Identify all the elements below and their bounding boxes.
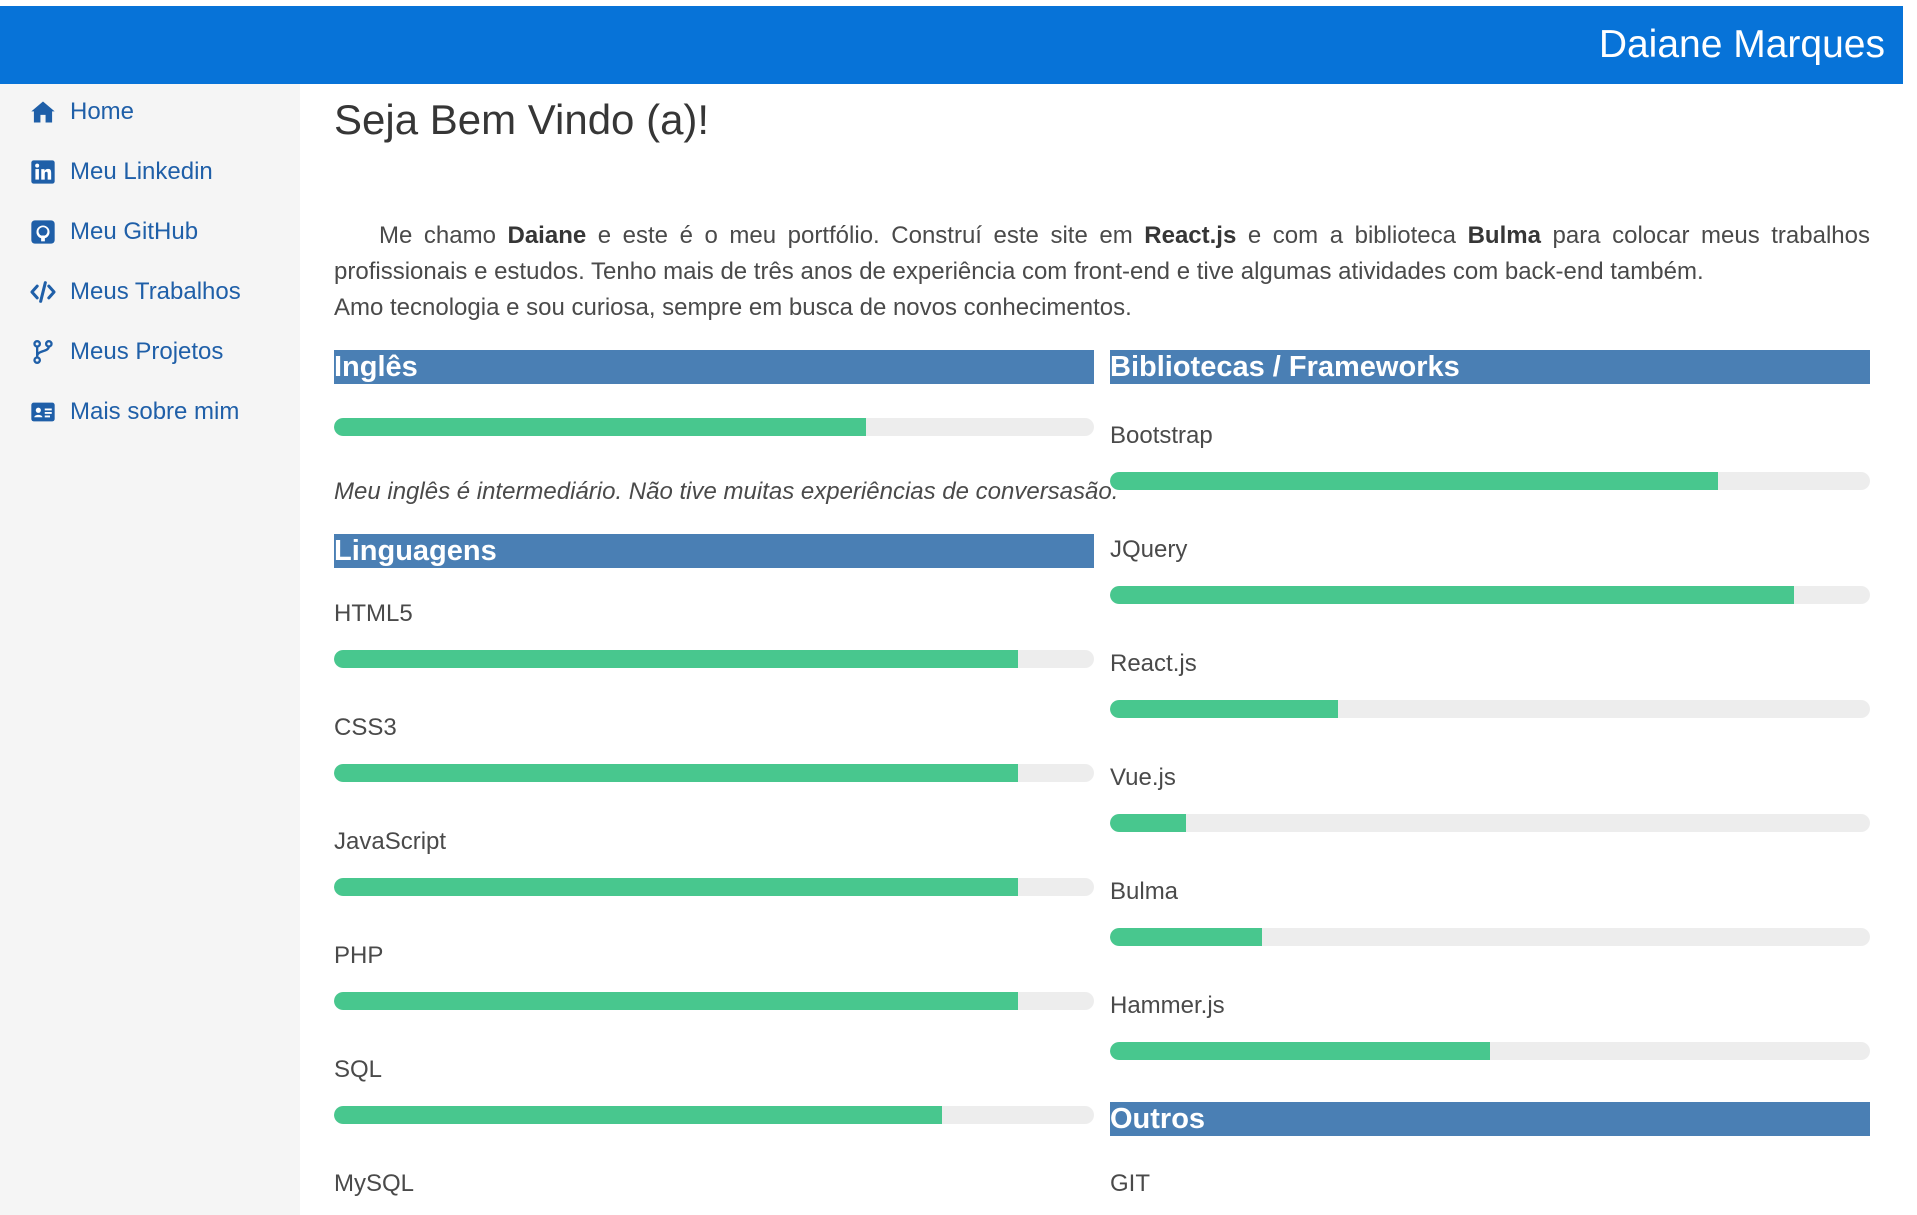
- skill-label: PHP: [334, 942, 384, 969]
- sidebar-item-github[interactable]: Meu GitHub: [28, 212, 198, 252]
- skill-label: GIT: [1110, 1170, 1150, 1197]
- progress-ingles: [334, 418, 1094, 436]
- skill-label: JavaScript: [334, 828, 447, 855]
- progress-html5: [334, 650, 1094, 668]
- intro-line2: Amo tecnologia e sou curiosa, sempre em …: [334, 294, 1132, 321]
- sidebar-item-label: Meus Trabalhos: [70, 278, 241, 305]
- code-branch-icon: [28, 337, 58, 367]
- progress-fill: [334, 992, 1018, 1010]
- skill-label: JQuery: [1110, 536, 1188, 563]
- page-title: Seja Bem Vindo (a)!: [334, 96, 710, 143]
- progress-fill: [334, 1106, 942, 1124]
- intro-text: Me chamo Daiane e este é o meu portfólio…: [334, 218, 1870, 326]
- skill-label: HTML5: [334, 600, 413, 627]
- section-linguagens: Linguagens: [334, 534, 1094, 568]
- brand-name[interactable]: Daiane Marques: [1599, 6, 1885, 84]
- progress-css3: [334, 764, 1094, 782]
- section-frameworks: Bibliotecas / Frameworks: [1110, 350, 1870, 384]
- sidebar-item-home[interactable]: Home: [28, 92, 134, 132]
- progress-fill: [1110, 472, 1718, 490]
- progress-jquery: [1110, 586, 1870, 604]
- progress-fill: [1110, 586, 1794, 604]
- section-outros: Outros: [1110, 1102, 1870, 1136]
- skill-label: Bulma: [1110, 878, 1179, 905]
- skill-label: Vue.js: [1110, 764, 1176, 791]
- sidebar-item-projetos[interactable]: Meus Projetos: [28, 332, 223, 372]
- section-ingles: Inglês: [334, 350, 1094, 384]
- skill-label: Hammer.js: [1110, 992, 1225, 1019]
- progress-php: [334, 992, 1094, 1010]
- progress-vuejs: [1110, 814, 1870, 832]
- sidebar-item-label: Home: [70, 98, 135, 125]
- sidebar-item-label: Meus Projetos: [70, 338, 224, 365]
- skill-label: MySQL: [334, 1170, 415, 1197]
- progress-fill: [1110, 1042, 1490, 1060]
- sidebar-item-sobre[interactable]: Mais sobre mim: [28, 392, 239, 432]
- skill-label: Bootstrap: [1110, 422, 1213, 449]
- progress-fill: [1110, 700, 1338, 718]
- progress-bulma: [1110, 928, 1870, 946]
- intro-lib: Bulma: [1467, 222, 1541, 249]
- sidebar-item-trabalhos[interactable]: Meus Trabalhos: [28, 272, 241, 312]
- intro-name: Daiane: [507, 222, 587, 249]
- progress-fill: [1110, 814, 1186, 832]
- progress-fill: [1110, 928, 1262, 946]
- skill-label: React.js: [1110, 650, 1197, 677]
- id-card-icon: [28, 397, 58, 427]
- sidebar-item-linkedin[interactable]: Meu Linkedin: [28, 152, 213, 192]
- progress-fill: [334, 764, 1018, 782]
- progress-fill: [334, 650, 1018, 668]
- progress-hammerjs: [1110, 1042, 1870, 1060]
- sidebar-item-label: Meu Linkedin: [70, 158, 213, 185]
- linkedin-icon: [28, 157, 58, 187]
- top-navbar: Daiane Marques: [0, 6, 1903, 84]
- sidebar-item-label: Mais sobre mim: [70, 398, 240, 425]
- intro-tech: React.js: [1144, 222, 1237, 249]
- sidebar: Home Meu Linkedin Meu GitHub Meus Trabal…: [0, 84, 300, 1215]
- progress-fill: [334, 878, 1018, 896]
- progress-javascript: [334, 878, 1094, 896]
- sidebar-item-label: Meu GitHub: [70, 218, 199, 245]
- progress-fill: [334, 418, 866, 436]
- skill-label: CSS3: [334, 714, 397, 741]
- github-icon: [28, 217, 58, 247]
- english-note: Meu inglês é intermediário. Não tive mui…: [334, 478, 1119, 505]
- progress-bootstrap: [1110, 472, 1870, 490]
- progress-sql: [334, 1106, 1094, 1124]
- home-icon: [28, 97, 58, 127]
- progress-reactjs: [1110, 700, 1870, 718]
- skill-label: SQL: [334, 1056, 383, 1083]
- code-icon: [28, 277, 58, 307]
